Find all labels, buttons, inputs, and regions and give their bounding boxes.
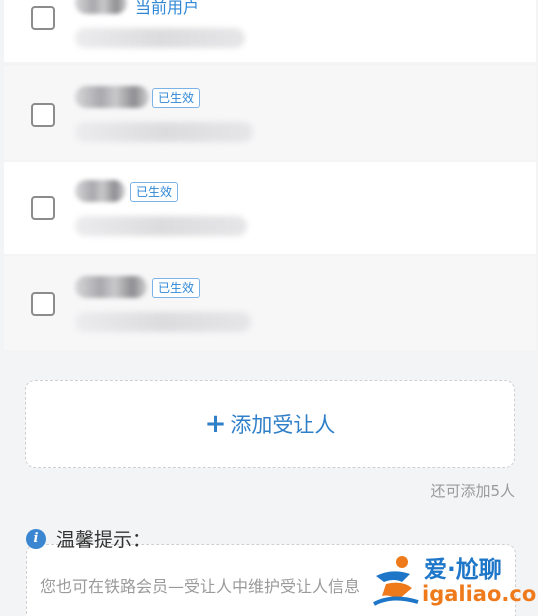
checkbox[interactable] — [31, 196, 55, 220]
checkbox[interactable] — [31, 103, 55, 127]
blurred-name — [75, 180, 125, 202]
blurred-id — [75, 122, 253, 142]
status-badge: 已生效 — [130, 182, 179, 202]
list-item[interactable]: 当前用户 — [4, 0, 536, 62]
watermark-title: 爱·尬聊 — [424, 557, 502, 583]
info-icon: i — [26, 528, 46, 549]
tips-title: 温馨提示： — [56, 529, 152, 551]
watermark-logo-icon — [373, 556, 419, 606]
add-beneficiary-button[interactable]: + 添加受让人 — [25, 380, 515, 468]
blurred-name — [75, 0, 127, 14]
plus-icon: + — [204, 409, 227, 439]
blurred-name — [75, 86, 149, 108]
blurred-name — [75, 276, 147, 298]
status-badge: 已生效 — [152, 88, 201, 108]
tips-text: 您也可在铁路会员—受让人中维护受让人信息 — [40, 577, 361, 596]
checkbox[interactable] — [31, 6, 55, 30]
tips-header: i 温馨提示： — [26, 525, 151, 552]
remaining-count: 还可添加5人 — [430, 482, 515, 500]
list-item[interactable]: 已生效 — [4, 162, 536, 254]
current-user-label: 当前用户 — [135, 0, 200, 17]
blurred-id — [75, 216, 247, 236]
blurred-id — [75, 312, 251, 332]
list-item[interactable]: 已生效 — [4, 256, 536, 350]
checkbox[interactable] — [31, 292, 55, 316]
list-item[interactable]: 已生效 — [4, 66, 536, 160]
watermark: 爱·尬聊 igaliao.com — [372, 548, 538, 616]
blurred-id — [75, 28, 245, 48]
watermark-url: igaliao.com — [422, 582, 538, 606]
add-beneficiary-label: 添加受让人 — [230, 413, 336, 437]
status-badge: 已生效 — [152, 278, 201, 298]
